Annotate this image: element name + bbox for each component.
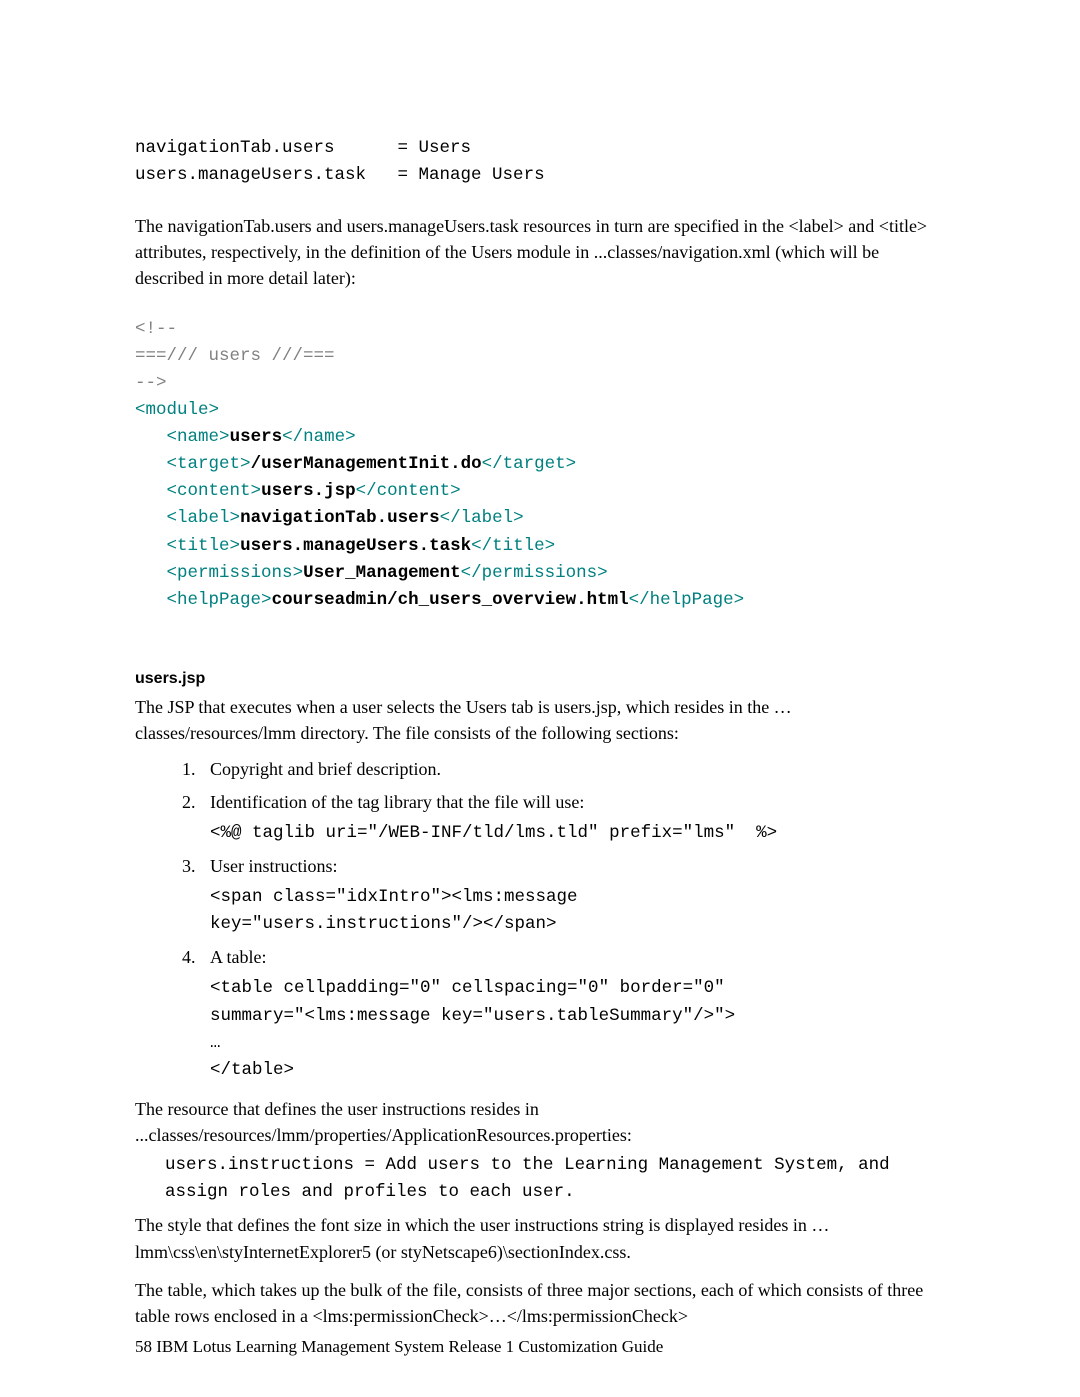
xml-tag: </target>	[482, 454, 577, 474]
xml-text: User_Management	[303, 563, 461, 583]
list-item-text: Identification of the tag library that t…	[210, 792, 584, 812]
xml-text: users.jsp	[261, 481, 356, 501]
xml-tag: </helpPage>	[629, 590, 745, 610]
xml-tag: <module>	[135, 400, 219, 420]
document-page: navigationTab.users = Users users.manage…	[0, 0, 1080, 1397]
xml-text: /userManagementInit.do	[251, 454, 482, 474]
code-inline: <%@ taglib uri="/WEB-INF/tld/lms.tld" pr…	[210, 820, 945, 847]
xml-tag: <content>	[167, 481, 262, 501]
list-item: User instructions: <span class="idxIntro…	[200, 853, 945, 938]
code-properties: navigationTab.users = Users users.manage…	[135, 135, 945, 189]
xml-tag: <title>	[167, 536, 241, 556]
xml-text: users	[230, 427, 283, 447]
xml-tag: </label>	[440, 508, 524, 528]
xml-tag: <helpPage>	[167, 590, 272, 610]
page-number: 58	[135, 1337, 152, 1356]
list-item-text: Copyright and brief description.	[210, 759, 441, 779]
xml-text: courseadmin/ch_users_overview.html	[272, 590, 629, 610]
xml-tag: </title>	[471, 536, 555, 556]
xml-text: navigationTab.users	[240, 508, 440, 528]
code-inline: <table cellpadding="0" cellspacing="0" b…	[210, 975, 945, 1084]
xml-tag: <permissions>	[167, 563, 304, 583]
list-item: A table: <table cellpadding="0" cellspac…	[200, 944, 945, 1084]
xml-text: users.manageUsers.task	[240, 536, 471, 556]
xml-comment: <!--	[135, 319, 177, 339]
xml-comment: ===/// users ///===	[135, 346, 335, 366]
xml-tag: <target>	[167, 454, 251, 474]
body-paragraph: The JSP that executes when a user select…	[135, 694, 945, 746]
xml-tag: <label>	[167, 508, 241, 528]
list-item: Identification of the tag library that t…	[200, 789, 945, 847]
code-line: users.manageUsers.task = Manage Users	[135, 165, 545, 185]
code-block: users.instructions = Add users to the Le…	[165, 1152, 945, 1206]
body-paragraph: The style that defines the font size in …	[135, 1212, 945, 1264]
section-heading: users.jsp	[135, 670, 945, 688]
page-footer: 58 IBM Lotus Learning Management System …	[135, 1337, 663, 1357]
body-paragraph: The navigationTab.users and users.manage…	[135, 213, 945, 291]
xml-tag: </name>	[282, 427, 356, 447]
code-xml-block: <!-- ===/// users ///=== --> <module> <n…	[135, 316, 945, 614]
xml-tag: </content>	[356, 481, 461, 501]
code-inline: <span class="idxIntro"><lms:message key=…	[210, 884, 945, 938]
xml-comment: -->	[135, 373, 167, 393]
list-item-text: User instructions:	[210, 856, 338, 876]
body-paragraph: The resource that defines the user instr…	[135, 1096, 945, 1148]
numbered-list: Copyright and brief description. Identif…	[135, 756, 945, 1084]
list-item-text: A table:	[210, 947, 267, 967]
code-line: navigationTab.users = Users	[135, 138, 471, 158]
list-item: Copyright and brief description.	[200, 756, 945, 783]
footer-title: IBM Lotus Learning Management System Rel…	[156, 1337, 663, 1356]
xml-tag: <name>	[167, 427, 230, 447]
xml-tag: </permissions>	[461, 563, 608, 583]
body-paragraph: The table, which takes up the bulk of th…	[135, 1277, 945, 1329]
